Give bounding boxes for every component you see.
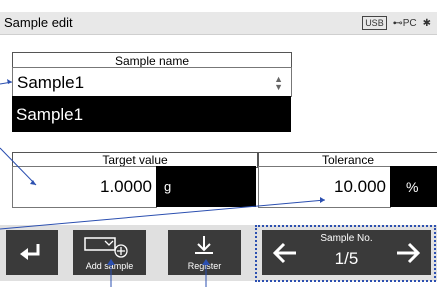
sample-edit-screen: Sample edit USB ⊷PC ✱ Sample name Sample… <box>0 0 437 287</box>
callout-lines <box>0 79 326 287</box>
